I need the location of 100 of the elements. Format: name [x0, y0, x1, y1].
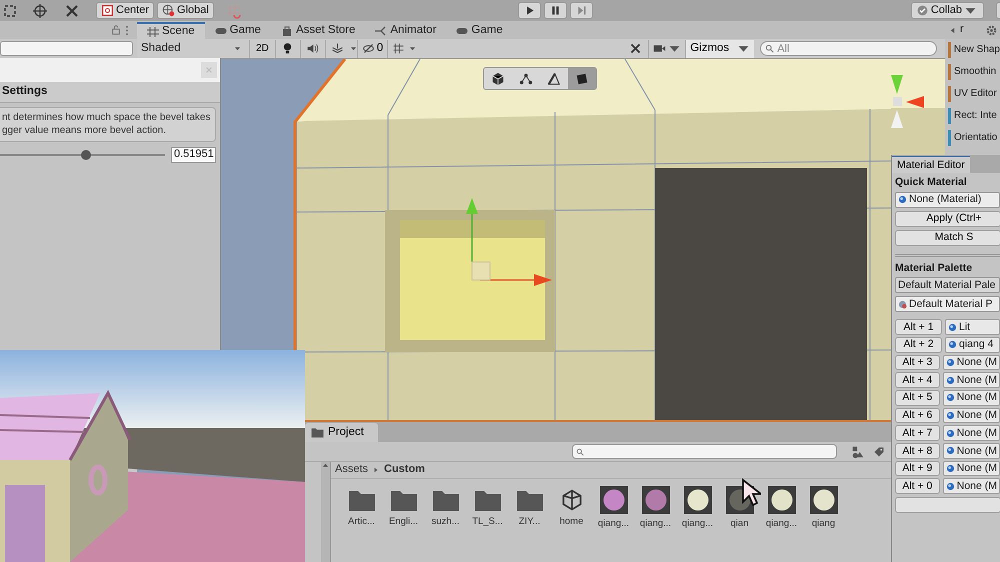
material-field[interactable]: None (M: [942, 372, 1000, 388]
gamepad-icon: [214, 26, 227, 36]
shortcut-button[interactable]: Alt + 8: [895, 443, 940, 459]
view-tab[interactable]: Asset Store: [270, 22, 366, 39]
panel-tab[interactable]: r: [960, 23, 964, 37]
up-arrow-icon: [322, 462, 329, 469]
filter-icon[interactable]: [851, 444, 865, 458]
animator-icon: [375, 26, 388, 36]
asset-item[interactable]: Artic...: [343, 488, 380, 530]
material-field[interactable]: None (M: [942, 478, 1000, 494]
folder-icon: [432, 488, 460, 512]
caret-icon[interactable]: [409, 45, 416, 52]
breadcrumb-item[interactable]: Assets: [335, 463, 368, 477]
play-button[interactable]: [518, 2, 541, 19]
gizmos-dropdown[interactable]: Gizmos: [685, 40, 754, 58]
panel-item[interactable]: Orientatio: [954, 132, 998, 144]
transform-tool-icon[interactable]: [32, 2, 48, 18]
palette-dropdown[interactable]: Default Material Pale: [895, 277, 1000, 294]
panel-item[interactable]: Rect: Inte: [954, 110, 997, 122]
asset-item[interactable]: qiang...: [679, 488, 716, 530]
asset-item[interactable]: qiang: [805, 488, 842, 530]
project-tab[interactable]: Project: [305, 423, 378, 442]
layers-icon[interactable]: [331, 42, 344, 55]
section-heading: Material Palette: [894, 260, 974, 276]
move-handle-plane[interactable]: [472, 262, 490, 280]
face-mode-button[interactable]: [568, 68, 596, 89]
mode-2d-button[interactable]: 2D: [249, 40, 275, 58]
asset-item[interactable]: qiang...: [637, 488, 674, 530]
tag-icon[interactable]: [873, 446, 885, 458]
hidden-objects-button[interactable]: 0: [356, 40, 388, 58]
shortcut-button[interactable]: Alt + 4: [895, 372, 940, 388]
material-field[interactable]: None (M: [942, 425, 1000, 441]
palette-field[interactable]: Default Material P: [895, 296, 1000, 312]
asset-item[interactable]: Engli...: [385, 488, 422, 530]
project-search-field[interactable]: [572, 444, 837, 459]
asset-item[interactable]: home: [553, 488, 590, 530]
asset-item[interactable]: ZIY...: [511, 488, 548, 530]
view-tab[interactable]: Game: [446, 22, 513, 39]
rect-tool-icon[interactable]: [2, 2, 18, 18]
material-icon: [946, 446, 955, 456]
material-field[interactable]: None (M: [942, 460, 1000, 476]
material-field[interactable]: None (M: [942, 390, 1000, 406]
view-tab[interactable]: Game: [204, 22, 271, 39]
slider-thumb[interactable]: [80, 150, 91, 160]
asset-item[interactable]: suzh...: [427, 488, 464, 530]
lock-icon[interactable]: [111, 25, 121, 35]
move-handle-x[interactable]: [480, 274, 552, 286]
caret-icon: [234, 45, 241, 52]
material-field[interactable]: None (M: [942, 354, 1000, 370]
draw-mode-dropdown[interactable]: Shaded: [137, 40, 245, 58]
panel-item[interactable]: New Shap: [954, 44, 1000, 56]
shortcut-button[interactable]: Alt + 3: [895, 354, 940, 370]
collab-button[interactable]: Collab: [910, 2, 984, 19]
section-heading: Quick Material: [894, 175, 968, 190]
scrollbar[interactable]: [321, 462, 330, 562]
material-field[interactable]: None (Material): [895, 192, 1000, 208]
material-field[interactable]: Lit: [945, 319, 1000, 335]
scene-search-field[interactable]: All: [760, 41, 937, 56]
folder-icon: [390, 488, 418, 512]
view-tab[interactable]: Animator: [365, 22, 446, 39]
hierarchy-search-field[interactable]: [0, 41, 133, 56]
more-icon[interactable]: [125, 24, 129, 36]
action-button[interactable]: Match S: [895, 230, 1000, 246]
edge-icon: [547, 72, 561, 86]
shortcut-button[interactable]: Alt + 5: [895, 390, 940, 406]
move-handle-y[interactable]: [466, 198, 478, 262]
pause-button[interactable]: [544, 2, 567, 19]
action-button[interactable]: Apply (Ctrl+: [895, 210, 1000, 227]
shortcut-button[interactable]: Alt + 6: [895, 408, 940, 424]
shortcut-button[interactable]: Alt + 9: [895, 460, 940, 476]
shortcut-button[interactable]: Alt + 7: [895, 425, 940, 441]
caret-icon[interactable]: [350, 45, 357, 52]
custom-tools-icon[interactable]: [64, 2, 80, 18]
material-icon: [946, 464, 955, 474]
asset-item[interactable]: qiang...: [595, 488, 632, 530]
axis-gizmo-drawing[interactable]: [891, 75, 924, 128]
material-field[interactable]: None (M: [942, 443, 1000, 459]
settings-icon[interactable]: [986, 24, 997, 36]
speaker-icon[interactable]: [306, 42, 320, 55]
panel-item[interactable]: Smoothin: [954, 66, 996, 78]
shortcut-button[interactable]: Alt + 2: [895, 336, 942, 353]
face-icon: [575, 72, 589, 86]
space-button[interactable]: Global: [157, 2, 214, 19]
material-field[interactable]: qiang 4: [945, 336, 1000, 353]
panel-item[interactable]: UV Editor: [954, 88, 997, 100]
grid-icon[interactable]: [392, 42, 406, 55]
tools-icon[interactable]: [629, 42, 642, 55]
left-arrow-icon[interactable]: [949, 26, 956, 34]
material-field[interactable]: None (M: [942, 408, 1000, 424]
vertex-icon: [519, 72, 533, 86]
asset-item[interactable]: TL_S...: [469, 488, 506, 530]
shortcut-button[interactable]: Alt + 1: [895, 319, 942, 335]
shortcut-button[interactable]: Alt + 0: [895, 478, 940, 494]
folder-icon: [516, 488, 544, 512]
breadcrumb-item[interactable]: Custom: [384, 463, 425, 477]
material-editor-tab[interactable]: Material Editor: [892, 156, 970, 173]
view-tab[interactable]: Scene: [137, 22, 205, 39]
pivot-button[interactable]: Center: [96, 2, 154, 19]
asset-item[interactable]: qiang...: [763, 488, 800, 530]
value-field[interactable]: 0.51951: [171, 146, 216, 163]
